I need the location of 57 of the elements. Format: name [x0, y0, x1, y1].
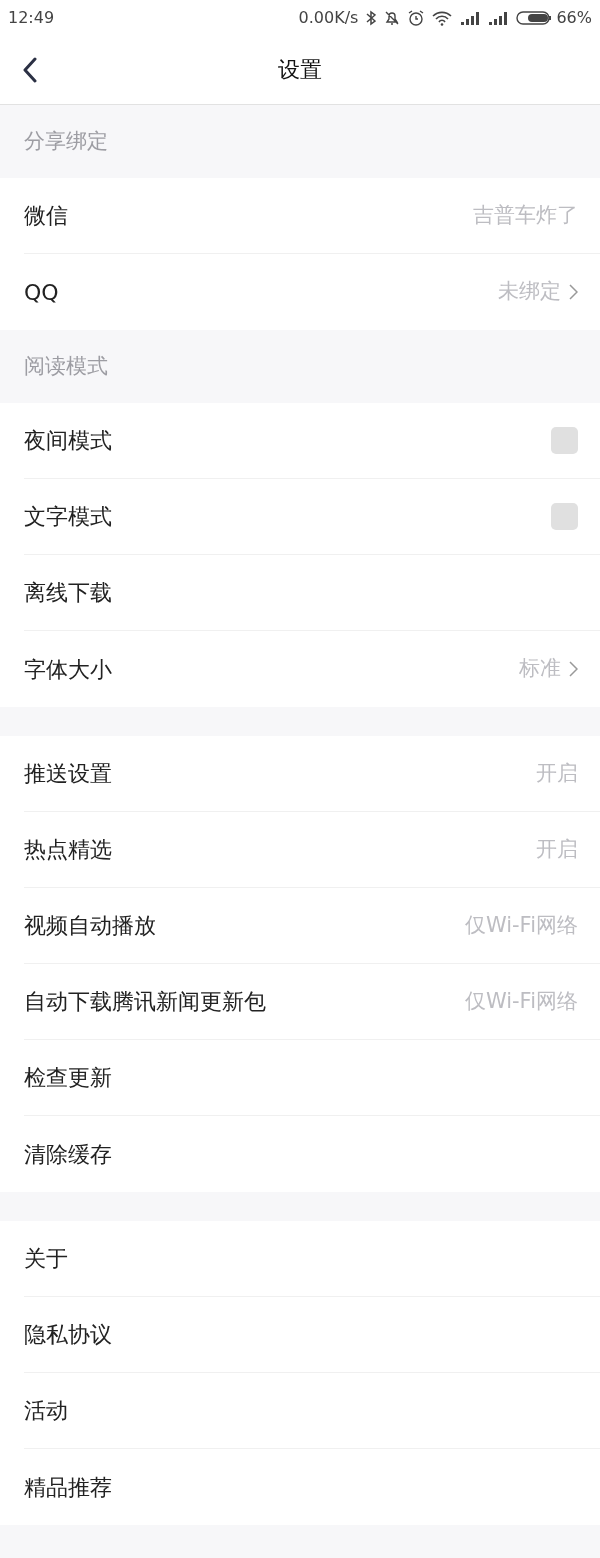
- battery-percent: 66%: [556, 6, 592, 29]
- network-speed: 0.00K/s: [298, 6, 359, 29]
- settings-row[interactable]: 热点精选 开启: [24, 812, 600, 888]
- settings-row[interactable]: 关于: [24, 1221, 600, 1297]
- setting-value: 开启: [536, 835, 578, 863]
- setting-label: QQ: [24, 278, 59, 307]
- settings-row[interactable]: QQ 未绑定: [24, 254, 600, 330]
- setting-label: 离线下载: [24, 579, 112, 607]
- setting-value: 标准: [519, 655, 561, 683]
- setting-value: 开启: [536, 759, 578, 787]
- setting-label: 自动下载腾讯新闻更新包: [24, 988, 266, 1016]
- settings-row[interactable]: 文字模式: [24, 479, 600, 555]
- setting-value: 仅Wi-Fi网络: [464, 987, 578, 1015]
- section-title: 阅读模式: [24, 352, 108, 380]
- setting-label: 微信: [24, 202, 68, 230]
- settings-row[interactable]: 自动下载腾讯新闻更新包 仅Wi-Fi网络: [24, 964, 600, 1040]
- setting-label: 精品推荐: [24, 1473, 112, 1502]
- back-icon[interactable]: [22, 57, 38, 83]
- settings-row[interactable]: 清除缓存: [24, 1116, 600, 1192]
- chevron-right-icon: [569, 661, 578, 677]
- settings-row[interactable]: 离线下载: [24, 555, 600, 631]
- setting-value: 未绑定: [498, 278, 561, 306]
- setting-label: 活动: [24, 1397, 68, 1425]
- setting-value: 吉普车炸了: [473, 201, 578, 229]
- alarm-clock-icon: [408, 9, 425, 26]
- setting-label: 文字模式: [24, 503, 112, 531]
- bluetooth-icon: [366, 9, 377, 26]
- battery-icon: [516, 9, 553, 26]
- setting-label: 关于: [24, 1245, 68, 1273]
- settings-row[interactable]: 推送设置 开启: [24, 736, 600, 812]
- muted-bell-icon: [384, 9, 401, 26]
- section-title: 分享绑定: [24, 127, 108, 155]
- setting-value: 仅Wi-Fi网络: [464, 911, 578, 939]
- checkbox[interactable]: [551, 427, 578, 454]
- settings-row[interactable]: 夜间模式: [24, 403, 600, 479]
- setting-label: 清除缓存: [24, 1140, 112, 1169]
- signal-icon: [488, 10, 509, 25]
- setting-label: 视频自动播放: [24, 912, 156, 940]
- setting-label: 隐私协议: [24, 1321, 112, 1349]
- clock-time: 12:49: [8, 6, 55, 29]
- settings-row[interactable]: 检查更新: [24, 1040, 600, 1116]
- signal-icon: [460, 10, 481, 25]
- setting-label: 字体大小: [24, 655, 112, 684]
- page-title: 设置: [278, 56, 322, 84]
- setting-label: 推送设置: [24, 760, 112, 788]
- settings-row[interactable]: 精品推荐: [24, 1449, 600, 1525]
- settings-row[interactable]: 视频自动播放 仅Wi-Fi网络: [24, 888, 600, 964]
- settings-row[interactable]: 隐私协议: [24, 1297, 600, 1373]
- settings-row[interactable]: 活动: [24, 1373, 600, 1449]
- setting-label: 热点精选: [24, 836, 112, 864]
- checkbox[interactable]: [551, 503, 578, 530]
- settings-row[interactable]: 微信 吉普车炸了: [24, 178, 600, 254]
- chevron-right-icon: [569, 284, 578, 300]
- setting-label: 检查更新: [24, 1064, 112, 1092]
- setting-label: 夜间模式: [24, 427, 112, 455]
- settings-row[interactable]: 字体大小 标准: [24, 631, 600, 707]
- wifi-icon: [432, 9, 453, 26]
